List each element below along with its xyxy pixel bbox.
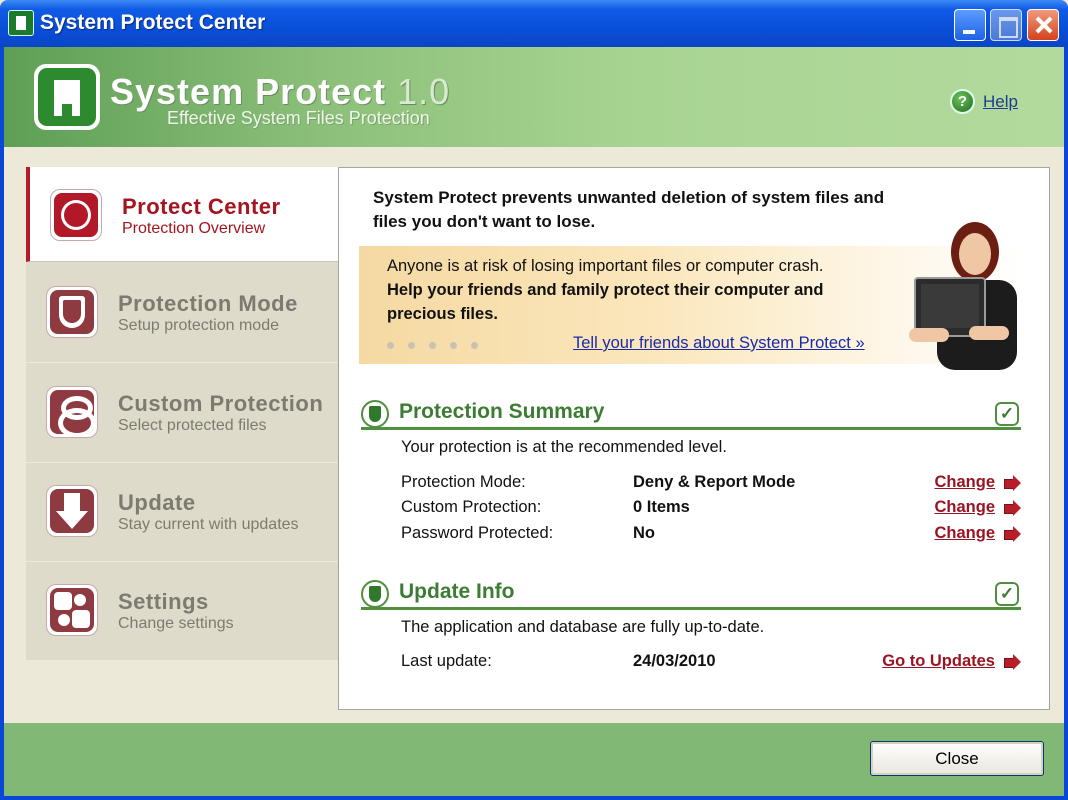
sidebar-item-protection-mode[interactable]: Protection Mode Setup protection mode [26, 264, 338, 363]
carousel-dot[interactable] [408, 342, 415, 349]
protection-status-text: Your protection is at the recommended le… [401, 438, 727, 456]
update-icon [361, 580, 389, 608]
row-label: Custom Protection: [401, 498, 542, 516]
row-label: Protection Mode: [401, 473, 526, 491]
main-panel: System Protect prevents unwanted deletio… [338, 167, 1050, 710]
row-value: Deny & Report Mode [633, 473, 796, 491]
title-bar[interactable]: System Protect Center [0, 0, 1068, 47]
carousel-dot[interactable] [450, 342, 457, 349]
sidebar-item-subtitle: Stay current with updates [118, 516, 299, 533]
shield-icon [361, 400, 389, 428]
row-value: 0 Items [633, 498, 690, 516]
minimize-button[interactable] [954, 9, 986, 41]
last-update-row: Last update: 24/03/2010 Go to Updates [401, 652, 1021, 676]
castle-logo-icon [34, 64, 100, 130]
sidebar-item-subtitle: Select protected files [118, 417, 267, 434]
help-link-group[interactable]: ? Help [950, 89, 1018, 114]
sidebar-item-subtitle: Change settings [118, 615, 234, 632]
protect-center-icon [50, 189, 102, 241]
shield-icon [46, 286, 98, 338]
row-label: Password Protected: [401, 524, 554, 542]
summary-row: Custom Protection: 0 Items Change [401, 498, 1021, 522]
sidebar-item-custom-protection[interactable]: Custom Protection Select protected files [26, 364, 338, 463]
sidebar-item-title: Custom Protection [118, 391, 324, 416]
sidebar-item-subtitle: Protection Overview [122, 220, 266, 237]
go-to-updates-label[interactable]: Go to Updates [882, 652, 995, 671]
download-icon [46, 485, 98, 537]
change-custom-protection-link[interactable]: Change [934, 498, 1021, 517]
summary-row: Protection Mode: Deny & Report Mode Chan… [401, 473, 1021, 497]
close-window-button[interactable] [1027, 9, 1059, 41]
carousel-dots[interactable] [387, 342, 478, 349]
carousel-dot[interactable] [429, 342, 436, 349]
change-protection-mode-link[interactable]: Change [934, 473, 1021, 492]
check-icon: ✓ [995, 402, 1019, 426]
help-link[interactable]: Help [983, 92, 1018, 112]
sidebar-item-title: Protection Mode [118, 291, 298, 316]
sidebar-item-update[interactable]: Update Stay current with updates [26, 463, 338, 562]
header-banner: System Protect 1.0 Effective System File… [4, 47, 1064, 147]
sidebar: Protect Center Protection Overview Prote… [26, 167, 338, 661]
puzzle-icon [46, 584, 98, 636]
row-value: No [633, 524, 655, 542]
protection-summary-title: Protection Summary [399, 400, 605, 423]
tell-friends-link[interactable]: Tell your friends about System Protect » [573, 334, 865, 353]
sidebar-item-protect-center[interactable]: Protect Center Protection Overview [26, 167, 338, 262]
brand-title: System Protect [110, 71, 387, 112]
help-icon[interactable]: ? [950, 89, 975, 114]
row-label: Last update: [401, 652, 492, 670]
brand-name: System Protect 1.0 [110, 71, 450, 113]
sidebar-item-settings[interactable]: Settings Change settings [26, 562, 338, 661]
protection-summary-header: Protection Summary ✓ [361, 398, 1021, 430]
window-title: System Protect Center [40, 11, 266, 34]
last-update-value: 24/03/2010 [633, 652, 716, 670]
footer-bar: Close [4, 723, 1064, 796]
arrow-right-icon[interactable] [1003, 653, 1021, 671]
maximize-button[interactable] [990, 9, 1022, 41]
change-link-label[interactable]: Change [934, 498, 995, 517]
close-button[interactable]: Close [870, 741, 1044, 776]
promo-text: Anyone is at risk of losing important fi… [387, 254, 867, 326]
intro-text: System Protect prevents unwanted deletio… [373, 188, 885, 231]
app-icon [8, 10, 34, 36]
custom-protection-icon [46, 386, 98, 438]
update-info-header: Update Info ✓ [361, 578, 1021, 610]
brand-tagline: Effective System Files Protection [167, 108, 430, 128]
check-icon: ✓ [995, 582, 1019, 606]
change-link-label[interactable]: Change [934, 473, 995, 492]
carousel-dot[interactable] [387, 342, 394, 349]
promo-emphasis: Help your friends and family protect the… [387, 281, 824, 323]
carousel-dot[interactable] [471, 342, 478, 349]
arrow-right-icon[interactable] [1003, 525, 1021, 543]
sidebar-item-subtitle: Setup protection mode [118, 317, 279, 334]
brand-version: 1.0 [397, 71, 451, 112]
change-password-link[interactable]: Change [934, 524, 1021, 543]
update-status-text: The application and database are fully u… [401, 618, 765, 636]
sidebar-item-title: Protect Center [122, 194, 281, 219]
sidebar-item-title: Settings [118, 589, 209, 614]
client-area: System Protect 1.0 Effective System File… [4, 47, 1064, 796]
promo-line: Anyone is at risk of losing important fi… [387, 257, 824, 275]
woman-with-laptop-illustration [909, 222, 1017, 370]
app-window: System Protect Center System Protect 1.0… [0, 0, 1068, 800]
go-to-updates-link[interactable]: Go to Updates [882, 652, 1021, 671]
update-info-title: Update Info [399, 580, 515, 603]
sidebar-item-title: Update [118, 490, 196, 515]
arrow-right-icon[interactable] [1003, 499, 1021, 517]
arrow-right-icon[interactable] [1003, 474, 1021, 492]
summary-row: Password Protected: No Change [401, 524, 1021, 548]
change-link-label[interactable]: Change [934, 524, 995, 543]
